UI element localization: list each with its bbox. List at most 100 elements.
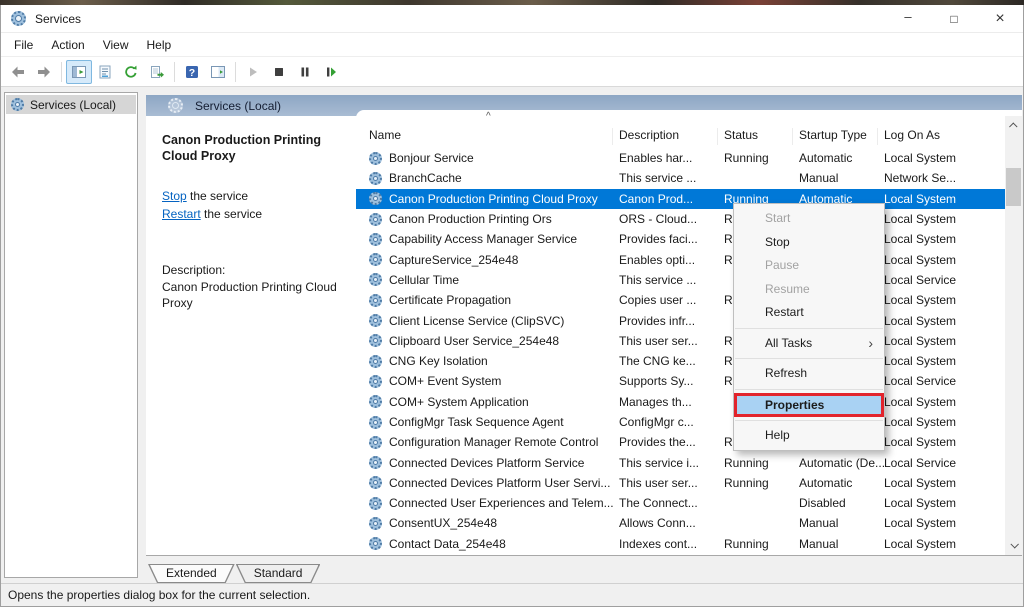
table-row[interactable]: Connected Devices Platform User Servi...… <box>356 473 1005 493</box>
service-startup-type-cell: Manual <box>799 537 884 551</box>
scrollbar-thumb[interactable] <box>1006 168 1021 206</box>
service-startup-type-cell: Automatic <box>799 476 884 490</box>
window-controls: – □ × <box>885 5 1023 32</box>
status-text: Opens the properties dialog box for the … <box>8 588 310 602</box>
tab-extended[interactable]: Extended <box>148 564 235 583</box>
toolbar-separator <box>61 62 62 82</box>
table-row[interactable]: Connected User Experiences and Telem...T… <box>356 493 1005 513</box>
forward-arrow-icon <box>31 60 57 84</box>
band-title: Services (Local) <box>195 99 281 113</box>
scroll-down-arrow-icon[interactable] <box>1005 537 1022 553</box>
service-context-menu: StartStopPauseResumeRestartAll Tasks›Ref… <box>733 203 885 451</box>
minimize-button[interactable]: – <box>885 5 931 32</box>
menu-action[interactable]: Action <box>42 35 93 55</box>
table-row[interactable]: Bonjour ServiceEnables har...RunningAuto… <box>356 148 1005 168</box>
table-row[interactable]: Capability Access Manager ServiceProvide… <box>356 229 1005 249</box>
context-menu-item-stop[interactable]: Stop <box>734 231 884 255</box>
table-row[interactable]: BranchCacheThis service ...ManualNetwork… <box>356 168 1005 188</box>
table-row[interactable]: ConsentUX_254e48Allows Conn...ManualLoca… <box>356 513 1005 533</box>
table-row[interactable]: Clipboard User Service_254e48This user s… <box>356 331 1005 351</box>
column-header-status[interactable]: Status <box>724 110 799 148</box>
table-row[interactable]: Connected Devices Platform ServiceThis s… <box>356 452 1005 472</box>
service-name-cell: CNG Key Isolation <box>369 354 619 368</box>
service-description-cell: Indexes cont... <box>619 537 724 551</box>
menu-help[interactable]: Help <box>138 35 181 55</box>
service-status-cell: Running <box>724 151 799 165</box>
stop-service-icon[interactable] <box>266 60 292 84</box>
table-row[interactable]: Contact Data_254e48Indexes cont...Runnin… <box>356 534 1005 554</box>
export-list-icon[interactable] <box>144 60 170 84</box>
menu-separator <box>735 358 883 359</box>
service-gear-icon <box>369 172 382 185</box>
service-description-cell: Enables har... <box>619 151 724 165</box>
close-button[interactable]: × <box>977 5 1023 32</box>
pause-service-icon[interactable] <box>292 60 318 84</box>
context-menu-item-help[interactable]: Help <box>734 424 884 448</box>
show-action-pane-icon[interactable] <box>205 60 231 84</box>
scroll-up-arrow-icon[interactable] <box>1005 118 1022 134</box>
table-row[interactable]: ConfigMgr Task Sequence AgentConfigMgr c… <box>356 412 1005 432</box>
service-gear-icon <box>369 497 382 510</box>
service-name-cell: CaptureService_254e48 <box>369 253 619 267</box>
service-description-cell: ConfigMgr c... <box>619 415 724 429</box>
service-description-cell: Copies user ... <box>619 293 724 307</box>
service-name-cell: Connected Devices Platform Service <box>369 456 619 470</box>
table-row[interactable]: Canon Production Printing Cloud ProxyCan… <box>356 189 1005 209</box>
tree-item-services-local[interactable]: Services (Local) <box>6 95 136 114</box>
service-log-on-as-cell: Local System <box>884 435 1005 449</box>
service-name-cell: Client License Service (ClipSVC) <box>369 314 619 328</box>
service-description-cell: This service i... <box>619 456 724 470</box>
help-icon[interactable]: ? <box>179 60 205 84</box>
vertical-scrollbar[interactable] <box>1005 116 1022 555</box>
context-menu-item-all-tasks[interactable]: All Tasks› <box>734 332 884 356</box>
table-row[interactable]: Cellular TimeThis service ...Local Servi… <box>356 270 1005 290</box>
restart-service-suffix: the service <box>201 207 262 221</box>
service-description-cell: Provides the... <box>619 435 724 449</box>
table-row[interactable]: COM+ System ApplicationManages th...Loca… <box>356 392 1005 412</box>
menu-view[interactable]: View <box>94 35 138 55</box>
service-description-cell: ORS - Cloud... <box>619 212 724 226</box>
stop-service-link[interactable]: Stop <box>162 189 187 203</box>
table-row[interactable]: Canon Production Printing OrsORS - Cloud… <box>356 209 1005 229</box>
context-menu-item-restart[interactable]: Restart <box>734 301 884 325</box>
table-row[interactable]: Client License Service (ClipSVC)Provides… <box>356 310 1005 330</box>
column-header-startup-type[interactable]: Startup Type <box>799 110 884 148</box>
service-log-on-as-cell: Local Service <box>884 374 1005 388</box>
restart-service-icon[interactable] <box>318 60 344 84</box>
show-console-tree-icon[interactable] <box>66 60 92 84</box>
menu-file[interactable]: File <box>5 35 42 55</box>
service-log-on-as-cell: Local System <box>884 192 1005 206</box>
properties-doc-icon[interactable] <box>92 60 118 84</box>
service-name-cell: COM+ Event System <box>369 374 619 388</box>
service-name-cell: Capability Access Manager Service <box>369 232 619 246</box>
refresh-icon[interactable] <box>118 60 144 84</box>
maximize-button[interactable]: □ <box>931 5 977 32</box>
service-description-cell: Supports Sy... <box>619 374 724 388</box>
menu-separator <box>735 420 883 421</box>
service-status-cell: Running <box>724 476 799 490</box>
context-menu-item-refresh[interactable]: Refresh <box>734 362 884 386</box>
table-row[interactable]: CoreMessaging <box>356 554 1005 555</box>
service-log-on-as-cell: Local System <box>884 314 1005 328</box>
table-row[interactable]: CNG Key IsolationThe CNG ke...RunningLoc… <box>356 351 1005 371</box>
table-row[interactable]: COM+ Event SystemSupports Sy...RunningLo… <box>356 371 1005 391</box>
service-gear-icon <box>369 152 382 165</box>
service-name-cell: Cellular Time <box>369 273 619 287</box>
column-header-description[interactable]: Description <box>619 110 724 148</box>
context-menu-item-start: Start <box>734 207 884 231</box>
table-row[interactable]: Configuration Manager Remote ControlProv… <box>356 432 1005 452</box>
service-name-cell: ConsentUX_254e48 <box>369 516 619 530</box>
service-name-cell: BranchCache <box>369 171 619 185</box>
service-name-cell: Connected User Experiences and Telem... <box>369 496 619 510</box>
table-row[interactable]: CaptureService_254e48Enables opti...Runn… <box>356 249 1005 269</box>
tab-standard[interactable]: Standard <box>236 564 321 583</box>
column-header-name[interactable]: Name <box>369 110 619 148</box>
service-log-on-as-cell: Local System <box>884 212 1005 226</box>
table-row[interactable]: Certificate PropagationCopies user ...Ru… <box>356 290 1005 310</box>
context-menu-item-properties[interactable]: Properties <box>734 393 884 417</box>
menu-separator <box>735 389 883 390</box>
column-header-log-on-as[interactable]: Log On As <box>884 110 1022 148</box>
toolbar: ? <box>1 57 1023 87</box>
restart-service-link[interactable]: Restart <box>162 207 201 221</box>
service-log-on-as-cell: Local System <box>884 253 1005 267</box>
